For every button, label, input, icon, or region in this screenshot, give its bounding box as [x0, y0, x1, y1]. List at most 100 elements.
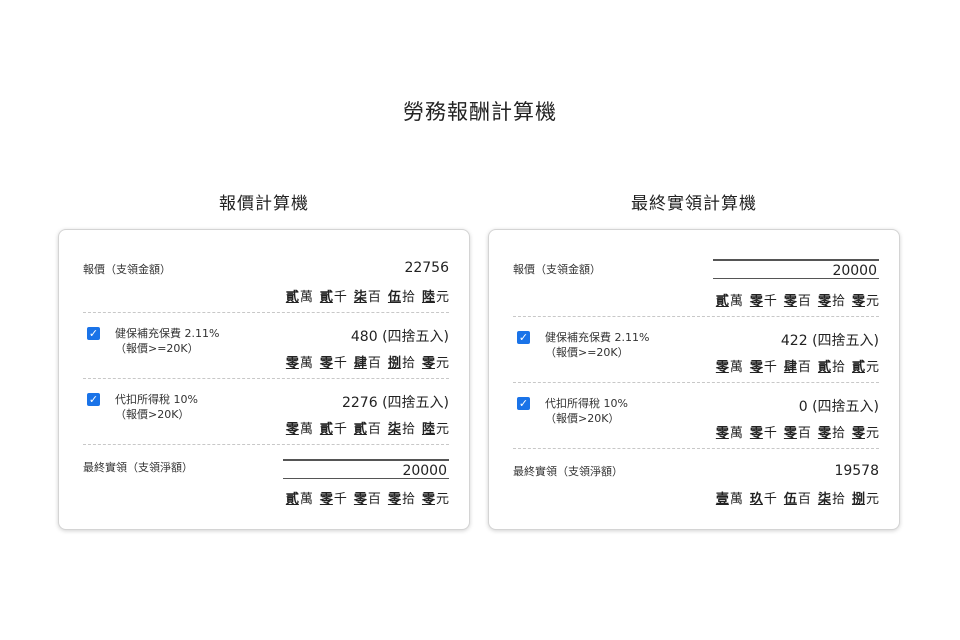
numeral-unit: 萬 — [299, 492, 313, 507]
numeral-unit: 百 — [367, 422, 381, 437]
numeral-unit: 拾 — [401, 422, 415, 437]
numeral-unit: 元 — [865, 294, 879, 309]
numeral-value: 貳 — [715, 294, 729, 309]
numeral-unit: 千 — [333, 422, 347, 437]
tax-digits: 零萬 貳千 貳百 柒拾 陸元 — [279, 418, 449, 437]
numeral-value: 零 — [353, 492, 367, 507]
gross-input[interactable]: 20000 — [713, 259, 879, 279]
numeral-digit: 肆百 — [354, 352, 381, 371]
numeral-digit: 貳萬 — [286, 488, 313, 507]
gross-value: 22756 — [404, 260, 449, 276]
net-digits: 貳萬 零千 零百 零拾 零元 — [279, 488, 449, 507]
numeral-unit: 千 — [333, 290, 347, 305]
numeral-value: 零 — [851, 426, 865, 441]
numeral-value: 零 — [387, 492, 401, 507]
numeral-unit: 千 — [763, 492, 777, 507]
numeral-value: 零 — [749, 360, 763, 375]
numeral-digit: 零元 — [422, 352, 449, 371]
numeral-unit: 百 — [367, 356, 381, 371]
numeral-digit: 貳萬 — [716, 290, 743, 309]
numeral-value: 貳 — [353, 422, 367, 437]
numeral-unit: 元 — [865, 492, 879, 507]
numeral-unit: 千 — [763, 426, 777, 441]
numeral-digit: 捌拾 — [388, 352, 415, 371]
numeral-unit: 拾 — [401, 492, 415, 507]
numeral-digit: 貳百 — [354, 418, 381, 437]
numeral-value: 貳 — [319, 422, 333, 437]
numeral-digit: 零拾 — [818, 422, 845, 441]
numeral-digit: 零元 — [852, 422, 879, 441]
numeral-value: 零 — [783, 426, 797, 441]
numeral-digit: 柒百 — [354, 286, 381, 305]
numeral-value: 柒 — [387, 422, 401, 437]
numeral-unit: 百 — [797, 492, 811, 507]
numeral-digit: 零拾 — [388, 488, 415, 507]
tax-value: 0 (四捨五入) — [798, 399, 879, 415]
numeral-unit: 百 — [367, 492, 381, 507]
numeral-unit: 拾 — [831, 294, 845, 309]
numeral-digit: 零元 — [852, 290, 879, 309]
numeral-digit: 零拾 — [818, 290, 845, 309]
gross-row: 報價（支領金額） 20000 貳萬 零千 零百 零拾 零元 — [513, 230, 879, 317]
numeral-digit: 零千 — [320, 352, 347, 371]
numeral-digit: 柒拾 — [818, 488, 845, 507]
numeral-unit: 百 — [797, 360, 811, 375]
numeral-value: 伍 — [387, 290, 401, 305]
numeral-digit: 零萬 — [286, 352, 313, 371]
tax-checkbox[interactable]: ✓ — [517, 397, 530, 410]
net-calculator-card: 報價（支領金額） 20000 貳萬 零千 零百 零拾 零元 ✓ 健保補充保費 2.11%… — [488, 229, 900, 530]
insurance-label: 健保補充保費 2.11% （報價>=20K） — [115, 327, 220, 355]
gross-row: 報價（支領金額） 22756 貳萬 貳千 柒百 伍拾 陸元 — [83, 230, 449, 313]
numeral-value: 零 — [715, 426, 729, 441]
tax-checkbox[interactable]: ✓ — [87, 393, 100, 406]
quote-calculator-title: 報價計算機 — [219, 194, 309, 214]
net-input[interactable]: 20000 — [283, 459, 449, 479]
numeral-unit: 拾 — [831, 492, 845, 507]
numeral-value: 零 — [421, 356, 435, 371]
numeral-digit: 零百 — [784, 422, 811, 441]
numeral-digit: 零萬 — [716, 356, 743, 375]
gross-label: 報價（支領金額） — [513, 263, 601, 276]
insurance-digits: 零萬 零千 肆百 捌拾 零元 — [279, 352, 449, 371]
numeral-unit: 元 — [865, 360, 879, 375]
numeral-unit: 拾 — [831, 426, 845, 441]
numeral-value: 貳 — [851, 360, 865, 375]
numeral-unit: 百 — [367, 290, 381, 305]
numeral-digit: 柒拾 — [388, 418, 415, 437]
numeral-unit: 萬 — [729, 492, 743, 507]
numeral-digit: 玖千 — [750, 488, 777, 507]
numeral-value: 玖 — [749, 492, 763, 507]
insurance-checkbox[interactable]: ✓ — [87, 327, 100, 340]
numeral-digit: 零萬 — [716, 422, 743, 441]
numeral-digit: 捌元 — [852, 488, 879, 507]
numeral-digit: 貳萬 — [286, 286, 313, 305]
numeral-value: 零 — [749, 426, 763, 441]
numeral-digit: 壹萬 — [716, 488, 743, 507]
numeral-value: 貳 — [817, 360, 831, 375]
insurance-checkbox[interactable]: ✓ — [517, 331, 530, 344]
numeral-unit: 元 — [435, 290, 449, 305]
numeral-unit: 拾 — [831, 360, 845, 375]
page-title: 勞務報酬計算機 — [403, 100, 557, 124]
net-label: 最終實領（支領淨額） — [83, 461, 193, 474]
numeral-digit: 肆百 — [784, 356, 811, 375]
numeral-unit: 千 — [763, 294, 777, 309]
numeral-unit: 拾 — [401, 356, 415, 371]
numeral-unit: 千 — [333, 492, 347, 507]
numeral-unit: 萬 — [729, 426, 743, 441]
gross-digits: 貳萬 貳千 柒百 伍拾 陸元 — [279, 286, 449, 305]
numeral-value: 零 — [285, 422, 299, 437]
numeral-digit: 零百 — [354, 488, 381, 507]
numeral-unit: 萬 — [299, 290, 313, 305]
gross-digits: 貳萬 零千 零百 零拾 零元 — [709, 290, 879, 309]
numeral-unit: 千 — [333, 356, 347, 371]
numeral-digit: 貳元 — [852, 356, 879, 375]
numeral-unit: 萬 — [299, 422, 313, 437]
numeral-unit: 萬 — [729, 360, 743, 375]
numeral-value: 零 — [817, 426, 831, 441]
tax-digits: 零萬 零千 零百 零拾 零元 — [709, 422, 879, 441]
numeral-digit: 零千 — [320, 488, 347, 507]
tax-row: ✓ 代扣所得稅 10% （報價>20K） 0 (四捨五入) 零萬 零千 零百 零拾 零元 — [513, 382, 879, 449]
numeral-digit: 零元 — [422, 488, 449, 507]
numeral-digit: 零千 — [750, 290, 777, 309]
